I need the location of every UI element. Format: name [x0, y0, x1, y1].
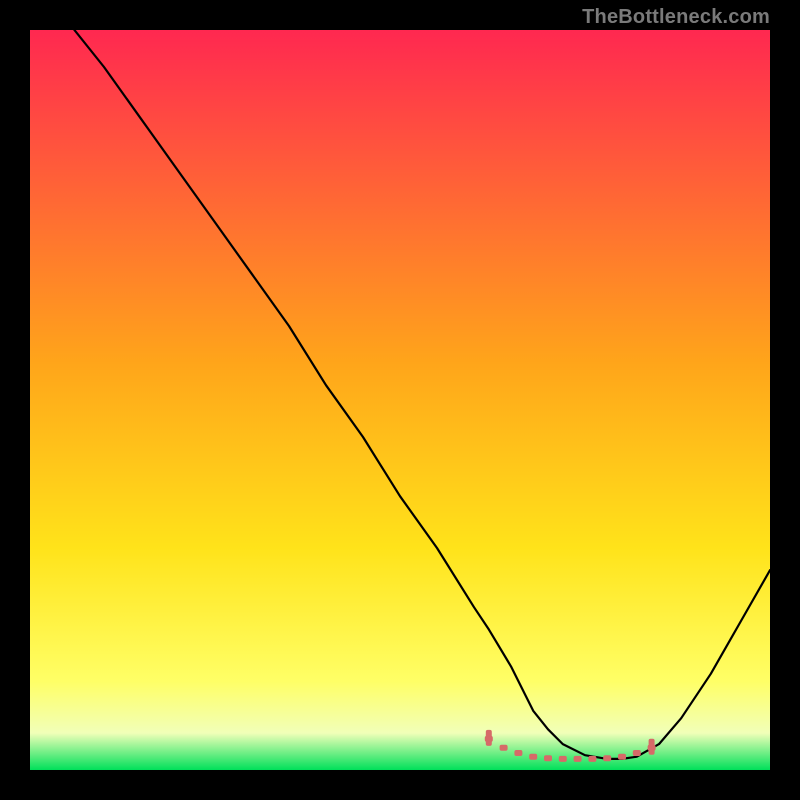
marker-dot [559, 756, 567, 762]
marker-dot [633, 750, 641, 756]
watermark-text: TheBottleneck.com [582, 6, 770, 29]
chart-frame [30, 30, 770, 770]
gradient-background [30, 30, 770, 770]
marker-dot [529, 754, 537, 760]
marker-dot [574, 756, 582, 762]
marker-dot [500, 745, 508, 751]
marker-dot [603, 755, 611, 761]
marker-dot [588, 756, 596, 762]
marker-dot [544, 755, 552, 761]
marker-endcap [486, 730, 492, 746]
marker-endcap [649, 739, 655, 755]
marker-dot [618, 754, 626, 760]
marker-dot [514, 750, 522, 756]
chart-plot [30, 30, 770, 770]
